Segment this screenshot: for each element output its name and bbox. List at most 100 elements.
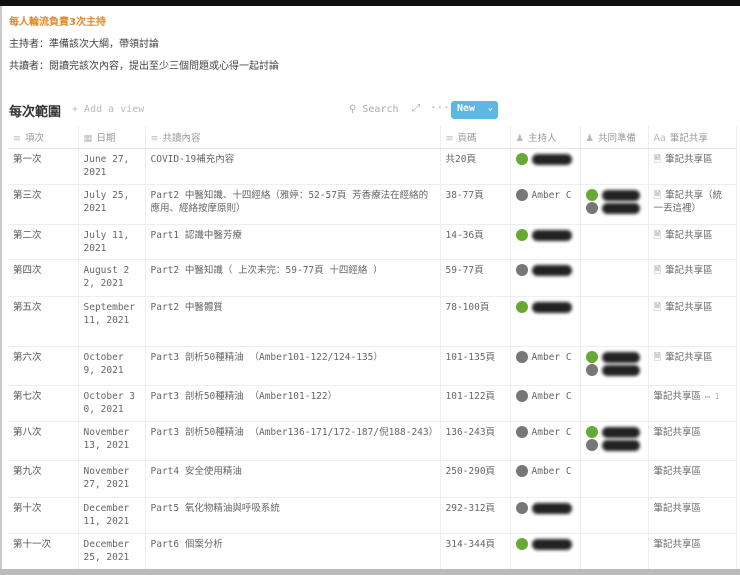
host-cell[interactable] xyxy=(510,224,581,260)
host-cell[interactable]: Amber C xyxy=(510,460,581,498)
session-cell[interactable]: 第八次 xyxy=(8,421,79,461)
date-cell[interactable]: October 9, 2021 xyxy=(78,346,146,386)
date-cell[interactable]: September 11, 2021 xyxy=(78,296,146,347)
table-row[interactable]: 第三次 July 25, 2021 Part2 中醫知識、十四經絡（雅婷：52-… xyxy=(8,184,737,225)
pages-cell[interactable]: 59-77頁 xyxy=(440,259,511,297)
host-cell[interactable]: Amber C xyxy=(510,421,581,461)
content-cell[interactable]: Part2 中醫體質 xyxy=(145,296,441,347)
session-cell[interactable]: 第一次 xyxy=(8,148,79,185)
column-header-3[interactable]: ≡ 頁碼 xyxy=(440,126,511,149)
pages-cell[interactable]: 136-243頁 xyxy=(440,421,511,461)
co-prep-cell[interactable] xyxy=(580,259,649,297)
date-cell[interactable]: November 27, 2021 xyxy=(78,460,146,498)
host-cell[interactable] xyxy=(510,497,581,534)
date-cell[interactable]: November 13, 2021 xyxy=(78,421,146,461)
content-cell[interactable]: Part3 剖析50種精油 （Amber101-122/124-135） xyxy=(145,346,441,386)
search-button[interactable]: ⚲ Search xyxy=(349,104,398,115)
pages-cell[interactable]: 250-290頁 xyxy=(440,460,511,498)
table-row[interactable]: 第十一次 December 25, 2021 Part6 個案分析 314-34… xyxy=(8,533,737,572)
date-cell[interactable]: July 25, 2021 xyxy=(78,184,146,225)
session-cell[interactable]: 第七次 xyxy=(8,385,79,422)
add-view-button[interactable]: + Add a view xyxy=(72,104,144,115)
host-cell[interactable]: Amber C xyxy=(510,385,581,422)
host-cell[interactable]: Amber C xyxy=(510,184,581,225)
notes-cell[interactable]: 🗎 筆記共享區 xyxy=(648,346,737,386)
host-cell[interactable] xyxy=(510,259,581,297)
table-row[interactable]: 第九次 November 27, 2021 Part4 安全使用精油 250-2… xyxy=(8,460,737,498)
content-cell[interactable]: Part2 中醫知識（ 上次未完：59-77頁 十四經絡 ） xyxy=(145,259,441,297)
notes-cell[interactable]: 筆記共享區 xyxy=(648,497,737,534)
date-cell[interactable]: July 11, 2021 xyxy=(78,224,146,260)
notes-cell[interactable]: 🗎 筆記共享區 xyxy=(648,148,737,185)
content-cell[interactable]: Part3 剖析50種精油 （Amber136-171/172-187/倪188… xyxy=(145,421,441,461)
pages-cell[interactable]: 314-344頁 xyxy=(440,533,511,572)
co-prep-cell[interactable] xyxy=(580,148,649,185)
table-row[interactable]: 第六次 October 9, 2021 Part3 剖析50種精油 （Amber… xyxy=(8,346,737,386)
content-cell[interactable]: Part4 安全使用精油 xyxy=(145,460,441,498)
notes-cell[interactable]: 筆記共享區 xyxy=(648,421,737,461)
session-cell[interactable]: 第四次 xyxy=(8,259,79,297)
notes-cell[interactable]: 🗎 筆記共享區 xyxy=(648,259,737,297)
column-header-5[interactable]: ♟ 共同準備 xyxy=(580,126,649,149)
content-cell[interactable]: Part2 中醫知識、十四經絡（雅婷：52-57頁 芳香療法在經絡的應用、經絡按… xyxy=(145,184,441,225)
date-cell[interactable]: October 30, 2021 xyxy=(78,385,146,422)
notes-cell[interactable]: 🗎 筆記共享區 xyxy=(648,224,737,260)
pages-cell[interactable]: 共20頁 xyxy=(440,148,511,185)
table-row[interactable]: 第二次 July 11, 2021 Part1 認識中醫芳療 14-36頁 🗎 筆… xyxy=(8,224,737,260)
date-cell[interactable]: August 22, 2021 xyxy=(78,259,146,297)
host-cell[interactable] xyxy=(510,148,581,185)
session-cell[interactable]: 第十次 xyxy=(8,497,79,534)
pages-cell[interactable]: 38-77頁 xyxy=(440,184,511,225)
table-row[interactable]: 第五次 September 11, 2021 Part2 中醫體質 78-100… xyxy=(8,296,737,347)
table-row[interactable]: 第一次 June 27, 2021 COVID-19補充內容 共20頁 🗎 筆記共… xyxy=(8,148,737,185)
co-prep-cell[interactable] xyxy=(580,497,649,534)
date-cell[interactable]: December 11, 2021 xyxy=(78,497,146,534)
co-prep-cell[interactable] xyxy=(580,533,649,572)
comment-icon[interactable]: ▭ 1 xyxy=(705,392,719,401)
column-header-1[interactable]: ▦ 日期 xyxy=(78,126,146,149)
session-cell[interactable]: 第三次 xyxy=(8,184,79,225)
co-prep-cell[interactable] xyxy=(580,460,649,498)
pages-cell[interactable]: 78-100頁 xyxy=(440,296,511,347)
co-prep-cell[interactable] xyxy=(580,224,649,260)
host-cell[interactable] xyxy=(510,533,581,572)
pages-cell[interactable]: 292-312頁 xyxy=(440,497,511,534)
co-prep-cell[interactable] xyxy=(580,296,649,347)
host-cell[interactable] xyxy=(510,296,581,347)
co-prep-cell[interactable] xyxy=(580,421,649,461)
session-cell[interactable]: 第六次 xyxy=(8,346,79,386)
session-cell[interactable]: 第二次 xyxy=(8,224,79,260)
host-cell[interactable]: Amber C xyxy=(510,346,581,386)
co-prep-cell[interactable] xyxy=(580,346,649,386)
session-cell[interactable]: 第九次 xyxy=(8,460,79,498)
co-prep-cell[interactable] xyxy=(580,184,649,225)
date-cell[interactable]: December 25, 2021 xyxy=(78,533,146,572)
date-cell[interactable]: June 27, 2021 xyxy=(78,148,146,185)
column-header-2[interactable]: ≡ 共讀內容 xyxy=(145,126,441,149)
notes-cell[interactable]: 🗎 筆記共享（統一丟這裡） xyxy=(648,184,737,225)
table-row[interactable]: 第四次 August 22, 2021 Part2 中醫知識（ 上次未完：59-… xyxy=(8,259,737,297)
table-row[interactable]: 第八次 November 13, 2021 Part3 剖析50種精油 （Amb… xyxy=(8,421,737,461)
expand-icon[interactable]: ⤢ xyxy=(412,103,420,114)
content-cell[interactable]: COVID-19補充內容 xyxy=(145,148,441,185)
new-button[interactable]: New ⌄ xyxy=(451,101,498,119)
table-row[interactable]: 第七次 October 30, 2021 Part3 剖析50種精油 （Ambe… xyxy=(8,385,737,422)
notes-cell[interactable]: 筆記共享區 xyxy=(648,533,737,572)
notes-cell[interactable]: 筆記共享區 ▭ 1 xyxy=(648,385,737,422)
more-icon[interactable]: ··· xyxy=(430,101,450,114)
column-header-6[interactable]: Aa 筆記共享 xyxy=(648,126,737,149)
content-cell[interactable]: Part5 氧化物精油與呼吸系統 xyxy=(145,497,441,534)
content-cell[interactable]: Part3 剖析50種精油 （Amber101-122） xyxy=(145,385,441,422)
chevron-down-icon[interactable]: ⌄ xyxy=(488,103,493,113)
notes-cell[interactable]: 筆記共享區 xyxy=(648,460,737,498)
pages-cell[interactable]: 101-122頁 xyxy=(440,385,511,422)
column-header-0[interactable]: ≡ 項次 xyxy=(8,126,79,149)
pages-cell[interactable]: 101-135頁 xyxy=(440,346,511,386)
notes-cell[interactable]: 🗎 筆記共享區 xyxy=(648,296,737,347)
content-cell[interactable]: Part1 認識中醫芳療 xyxy=(145,224,441,260)
session-cell[interactable]: 第十一次 xyxy=(8,533,79,572)
session-cell[interactable]: 第五次 xyxy=(8,296,79,347)
content-cell[interactable]: Part6 個案分析 xyxy=(145,533,441,572)
co-prep-cell[interactable] xyxy=(580,385,649,422)
column-header-4[interactable]: ♟ 主持人 xyxy=(510,126,581,149)
